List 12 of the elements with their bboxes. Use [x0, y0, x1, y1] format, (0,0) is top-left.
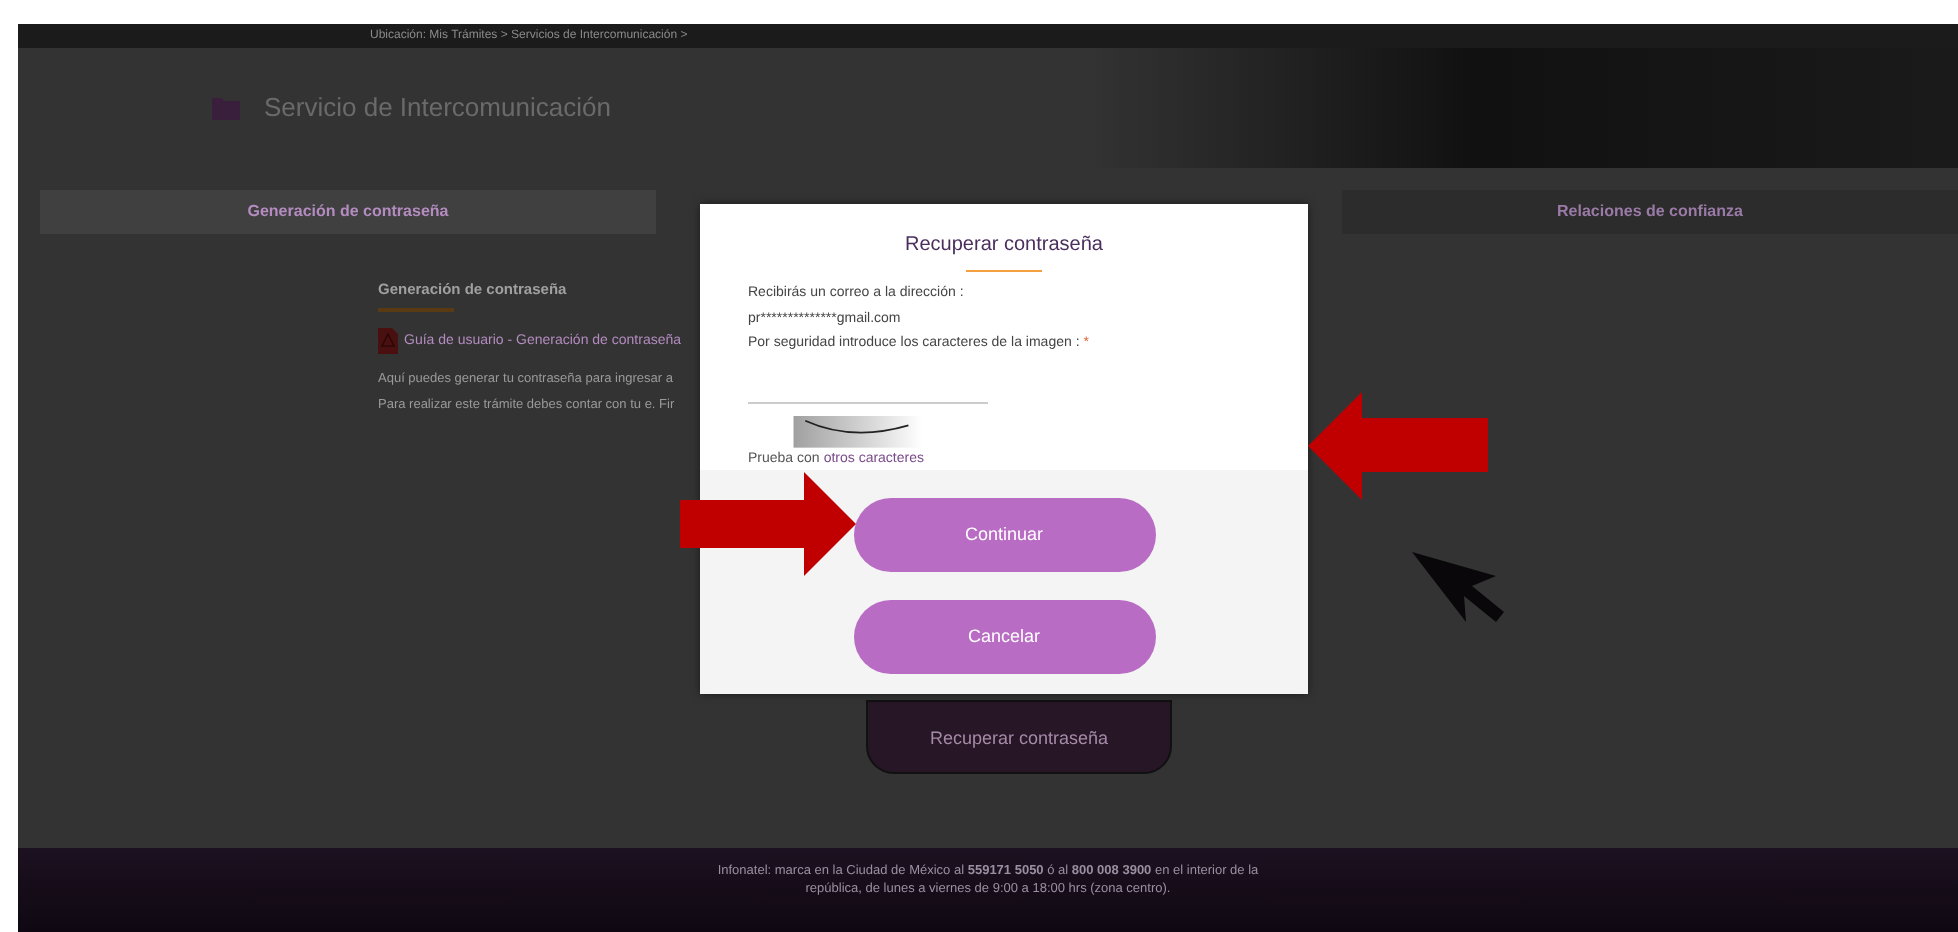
heading-underline — [378, 308, 454, 313]
arrow-right-icon — [680, 472, 856, 576]
pdf-icon — [378, 328, 398, 355]
cancel-button[interactable]: Cancelar — [853, 600, 1155, 674]
arrow-left-icon — [1308, 392, 1488, 500]
title-underline — [966, 270, 1042, 273]
tab[interactable]: Generación de contraseña — [40, 190, 656, 234]
dialog-title: Recuperar contraseña — [905, 232, 1103, 260]
cursor-icon — [1412, 552, 1506, 624]
recover-password-button[interactable]: Recuperar contraseña — [866, 700, 1172, 774]
continue-button[interactable]: Continuar — [853, 498, 1155, 572]
tab[interactable]: Relaciones de confianza — [1342, 190, 1958, 234]
